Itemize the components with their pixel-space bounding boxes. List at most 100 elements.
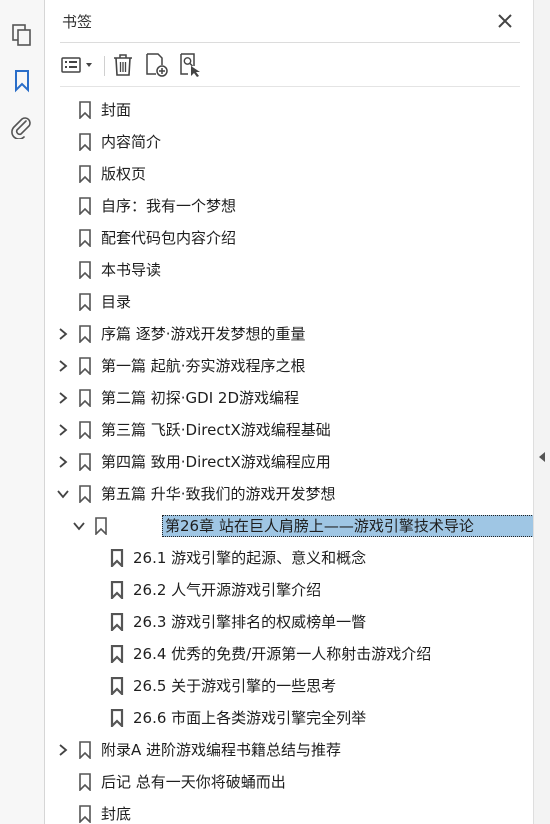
bookmarks-button[interactable]: [7, 66, 37, 96]
new-bookmark-from-structure-icon: [180, 53, 200, 77]
bookmark-label: 26.5 关于游戏引擎的一些思考: [133, 677, 337, 695]
chevron-right-icon[interactable]: [56, 391, 70, 405]
bookmark-label: 目录: [101, 293, 132, 311]
bookmark-row[interactable]: 本书导读: [46, 254, 533, 286]
pages-icon: [12, 24, 31, 46]
bookmark-row[interactable]: 自序：我有一个梦想: [46, 190, 533, 222]
bookmark-label-selected: 第26章 站在巨人肩膀上——游戏引擎技术导论: [162, 515, 533, 537]
bookmark-label: 第二篇 初探·GDI 2D游戏编程: [101, 389, 299, 407]
chevron-right-icon[interactable]: [56, 327, 70, 341]
bookmark-label: 序篇 逐梦·游戏开发梦想的重量: [101, 325, 306, 343]
bookmark-label: 版权页: [101, 165, 147, 183]
toolbar-divider: [60, 86, 520, 87]
bookmark-icon: [110, 548, 124, 569]
bookmark-row[interactable]: 第五篇 升华·致我们的游戏开发梦想: [46, 478, 533, 510]
bookmark-icon: [78, 197, 92, 216]
bookmark-icon: [78, 165, 92, 184]
bookmark-icon: [110, 612, 124, 633]
bookmark-row[interactable]: 第二篇 初探·GDI 2D游戏编程: [46, 382, 533, 414]
bookmark-row[interactable]: 内容简介: [46, 126, 533, 158]
bookmark-label: 第三篇 飞跃·DirectX游戏编程基础: [101, 421, 331, 439]
bookmark-icon: [110, 676, 124, 697]
bookmark-row[interactable]: 配套代码包内容介绍: [46, 222, 533, 254]
bookmark-icon: [78, 101, 92, 120]
bookmark-row[interactable]: 目录: [46, 286, 533, 318]
bookmark-label: 内容简介: [101, 133, 162, 151]
panel-header: 书签: [46, 0, 533, 42]
bookmark-icon: [78, 741, 92, 760]
bookmark-icon: [78, 805, 92, 824]
bookmark-icon: [78, 453, 92, 472]
close-icon: [498, 14, 512, 28]
delete-icon: [114, 54, 132, 76]
bookmark-label: 附录A 进阶游戏编程书籍总结与推荐: [101, 741, 342, 759]
attachments-button[interactable]: [7, 112, 37, 142]
bookmark-icon: [110, 708, 124, 729]
new-bookmark-icon: [146, 53, 168, 77]
bookmarks-toolbar: [46, 46, 533, 84]
pages-button[interactable]: [7, 20, 37, 50]
bookmark-label: 本书导读: [101, 261, 162, 279]
new-bookmark-from-structure-button[interactable]: [178, 50, 204, 80]
bookmark-label: 26.6 市面上各类游戏引擎完全列举: [133, 709, 367, 727]
bookmark-row[interactable]: 26.2 人气开源游戏引擎介绍: [46, 574, 533, 606]
bookmark-label: 26.2 人气开源游戏引擎介绍: [133, 581, 322, 599]
bookmark-row[interactable]: 第26章 站在巨人肩膀上——游戏引擎技术导论: [46, 510, 533, 542]
collapse-arrow-icon: [539, 452, 545, 462]
bookmark-row[interactable]: 序篇 逐梦·游戏开发梦想的重量: [46, 318, 533, 350]
bookmark-row[interactable]: 26.1 游戏引擎的起源、意义和概念: [46, 542, 533, 574]
bookmark-row[interactable]: 第三篇 飞跃·DirectX游戏编程基础: [46, 414, 533, 446]
bookmark-label: 配套代码包内容介绍: [101, 229, 237, 247]
chevron-right-icon[interactable]: [56, 423, 70, 437]
delete-bookmark-button[interactable]: [110, 50, 136, 80]
bookmark-label: 封面: [101, 101, 132, 119]
new-bookmark-button[interactable]: [144, 50, 170, 80]
chevron-down-icon[interactable]: [72, 519, 86, 533]
bookmark-row[interactable]: 附录A 进阶游戏编程书籍总结与推荐: [46, 734, 533, 766]
bookmark-icon: [78, 229, 92, 248]
bookmark-icon: [110, 580, 124, 601]
bookmark-row[interactable]: 封底: [46, 798, 533, 824]
navigation-rail: [0, 0, 45, 824]
bookmark-row[interactable]: 后记 总有一天你将破蛹而出: [46, 766, 533, 798]
bookmark-label: 第五篇 升华·致我们的游戏开发梦想: [101, 485, 336, 503]
bookmark-icon: [78, 389, 92, 408]
bookmark-icon: [94, 517, 108, 536]
bookmark-label: 第四篇 致用·DirectX游戏编程应用: [101, 453, 331, 471]
bookmark-row[interactable]: 版权页: [46, 158, 533, 190]
chevron-right-icon[interactable]: [56, 743, 70, 757]
bookmark-row[interactable]: 封面: [46, 94, 533, 126]
bookmark-icon: [78, 773, 92, 792]
bookmark-row[interactable]: 26.6 市面上各类游戏引擎完全列举: [46, 702, 533, 734]
bookmark-label: 自序：我有一个梦想: [101, 197, 237, 215]
chevron-right-icon[interactable]: [56, 455, 70, 469]
toolbar-separator: [104, 56, 105, 76]
options-menu-icon: [61, 57, 92, 73]
bookmark-row[interactable]: 第一篇 起航·夯实游戏程序之根: [46, 350, 533, 382]
bookmark-icon: [110, 644, 124, 665]
close-panel-button[interactable]: [494, 10, 516, 32]
header-divider: [60, 42, 520, 43]
bookmark-row[interactable]: 26.5 关于游戏引擎的一些思考: [46, 670, 533, 702]
options-menu-button[interactable]: [58, 50, 98, 80]
bookmark-icon: [78, 133, 92, 152]
bookmark-row[interactable]: 26.3 游戏引擎排名的权威榜单一瞥: [46, 606, 533, 638]
bookmark-icon: [78, 261, 92, 280]
bookmark-label: 后记 总有一天你将破蛹而出: [101, 773, 286, 791]
bookmark-label: 第一篇 起航·夯实游戏程序之根: [101, 357, 306, 375]
bookmark-row[interactable]: 26.4 优秀的免费/开源第一人称射击游戏介绍: [46, 638, 533, 670]
bookmark-label: 26.4 优秀的免费/开源第一人称射击游戏介绍: [133, 645, 432, 663]
bookmark-icon: [15, 70, 29, 93]
bookmark-icon: [78, 325, 92, 344]
bookmark-label: 封底: [101, 805, 132, 823]
bookmark-icon: [78, 421, 92, 440]
right-collapse-strip[interactable]: [533, 0, 550, 824]
chevron-right-icon[interactable]: [56, 359, 70, 373]
chevron-down-icon[interactable]: [56, 487, 70, 501]
bookmark-icon: [78, 357, 92, 376]
bookmarks-panel: 书签 封面 内容简介 版权页 自序：我有一个梦想 配套代码包内容介绍 本书导读 …: [46, 0, 533, 824]
bookmark-label: 26.3 游戏引擎排名的权威榜单一瞥: [133, 613, 367, 631]
bookmark-icon: [78, 293, 92, 312]
attachment-icon: [11, 117, 31, 139]
bookmark-row[interactable]: 第四篇 致用·DirectX游戏编程应用: [46, 446, 533, 478]
